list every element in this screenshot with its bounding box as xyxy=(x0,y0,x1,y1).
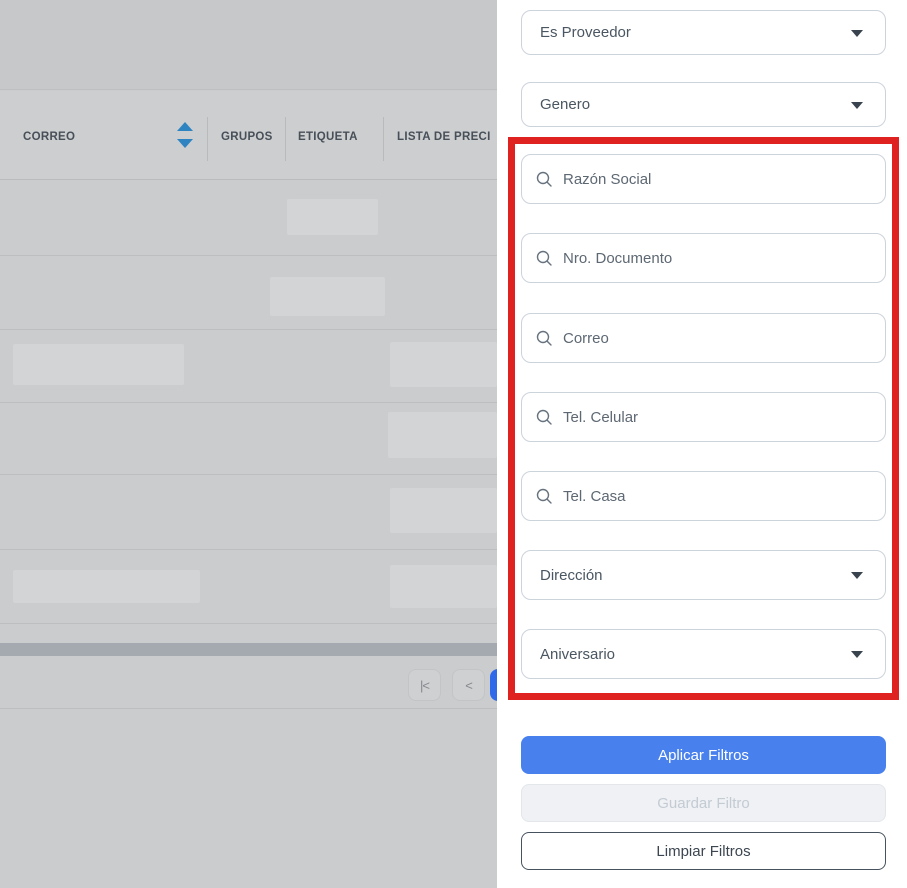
placeholder-badge xyxy=(390,342,497,387)
nro-documento-search-field[interactable] xyxy=(521,233,886,283)
placeholder-badge xyxy=(13,570,200,603)
column-divider xyxy=(207,117,208,161)
dimmed-table-backdrop: CORREO GRUPOS ETIQUETA LISTA DE PRECI xyxy=(0,0,497,888)
row-divider xyxy=(0,474,497,475)
placeholder-badge xyxy=(390,488,497,533)
tel-casa-search-field[interactable] xyxy=(521,471,886,521)
row-divider xyxy=(0,329,497,330)
direccion-label: Dirección xyxy=(540,567,603,584)
es-proveedor-label: Es Proveedor xyxy=(540,24,631,41)
row-divider xyxy=(0,255,497,256)
save-filter-button[interactable]: Guardar Filtro xyxy=(521,784,886,822)
clear-filters-button[interactable]: Limpiar Filtros xyxy=(521,832,886,870)
apply-filters-button[interactable]: Aplicar Filtros xyxy=(521,736,886,774)
placeholder-badge xyxy=(287,199,378,235)
pagination-first-button[interactable]: |< xyxy=(408,669,441,701)
aniversario-select[interactable]: Aniversario xyxy=(521,629,886,679)
row-divider xyxy=(0,623,497,624)
search-icon xyxy=(536,488,553,505)
column-header-etiqueta[interactable]: ETIQUETA xyxy=(298,131,358,143)
razon-social-input[interactable] xyxy=(563,171,871,188)
horizontal-scrollbar[interactable] xyxy=(0,643,497,656)
column-divider xyxy=(285,117,286,161)
placeholder-badge xyxy=(270,277,385,316)
search-icon xyxy=(536,250,553,267)
placeholder-badge xyxy=(388,412,497,458)
column-header-grupos[interactable]: GRUPOS xyxy=(221,131,273,143)
row-divider xyxy=(0,402,497,403)
sort-asc-icon[interactable] xyxy=(177,122,193,131)
column-divider xyxy=(383,117,384,161)
chevron-down-icon xyxy=(851,102,863,109)
aniversario-label: Aniversario xyxy=(540,646,615,663)
placeholder-badge xyxy=(13,344,184,385)
table-toolbar-area xyxy=(0,0,497,90)
tel-celular-input[interactable] xyxy=(563,409,871,426)
nro-documento-input[interactable] xyxy=(563,250,871,267)
pagination-prev-button[interactable]: < xyxy=(452,669,485,701)
sort-arrows-icon[interactable] xyxy=(177,120,193,150)
chevron-down-icon xyxy=(851,30,863,37)
row-divider xyxy=(0,549,497,550)
chevron-down-icon xyxy=(851,651,863,658)
razon-social-search-field[interactable] xyxy=(521,154,886,204)
first-page-icon: |< xyxy=(420,678,429,693)
sort-desc-icon[interactable] xyxy=(177,139,193,148)
genero-select[interactable]: Genero xyxy=(521,82,886,127)
search-icon xyxy=(536,409,553,426)
correo-search-field[interactable] xyxy=(521,313,886,363)
tel-celular-search-field[interactable] xyxy=(521,392,886,442)
correo-input[interactable] xyxy=(563,330,871,347)
search-icon xyxy=(536,330,553,347)
table-header-row: CORREO GRUPOS ETIQUETA LISTA DE PRECI xyxy=(0,91,497,180)
column-header-lista-de-precios[interactable]: LISTA DE PRECI xyxy=(397,131,491,143)
placeholder-badge xyxy=(390,565,497,608)
search-icon xyxy=(536,171,553,188)
filters-panel: Es Proveedor Genero xyxy=(497,0,907,888)
screen: CORREO GRUPOS ETIQUETA LISTA DE PRECI xyxy=(0,0,907,888)
genero-label: Genero xyxy=(540,96,590,113)
prev-page-icon: < xyxy=(465,678,472,693)
row-divider xyxy=(0,708,497,709)
chevron-down-icon xyxy=(851,572,863,579)
column-header-correo[interactable]: CORREO xyxy=(23,131,75,143)
direccion-select[interactable]: Dirección xyxy=(521,550,886,600)
es-proveedor-select[interactable]: Es Proveedor xyxy=(521,10,886,55)
tel-casa-input[interactable] xyxy=(563,488,871,505)
